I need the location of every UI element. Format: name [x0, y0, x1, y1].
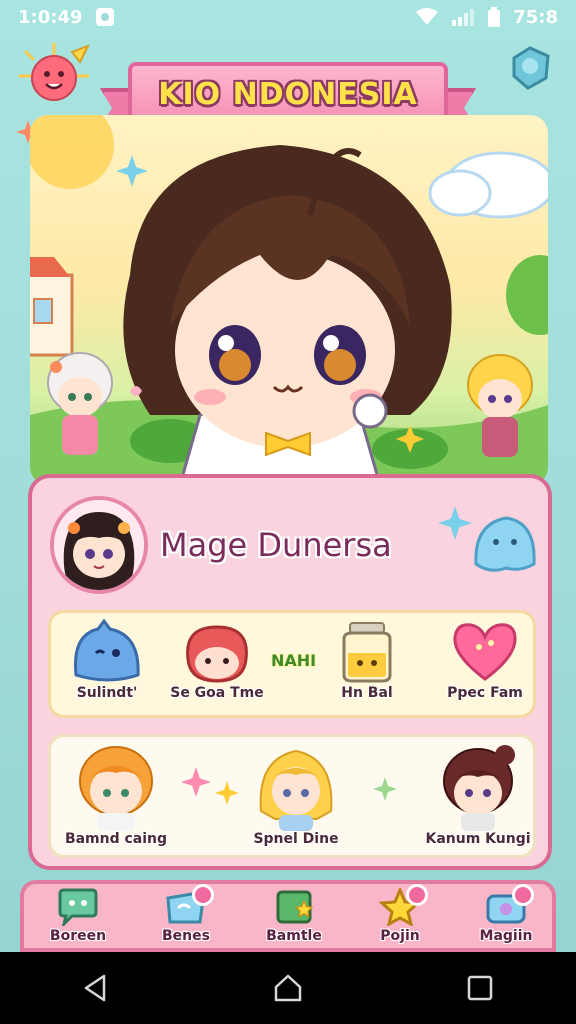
sun-mascot-icon: [14, 40, 94, 124]
item-label: Hn Bal: [341, 685, 393, 701]
heart-icon: [453, 623, 517, 681]
friend-label: Kanum Kungi: [425, 831, 531, 847]
friend-slot[interactable]: Bamnd caing: [61, 741, 171, 847]
status-time-left: 1:0:49: [18, 6, 83, 28]
honey-jar-icon: [342, 622, 392, 683]
friend-blonde-avatar: [259, 749, 333, 831]
friend-label: Spnel Dine: [253, 831, 339, 847]
signal-icon: [451, 8, 475, 26]
avatar[interactable]: [50, 496, 148, 594]
sparkle-icon: [215, 781, 239, 809]
home-icon: [274, 974, 302, 1002]
friend-slot[interactable]: Spnel Dine: [241, 741, 351, 847]
status-time-right: 75:8: [513, 6, 558, 28]
banner-title: KIO NDONESIA: [158, 76, 418, 112]
friend-orange-avatar: [79, 746, 153, 831]
hero-illustration: [30, 115, 548, 485]
sparkle-icon: [181, 767, 211, 801]
back-icon: [84, 974, 106, 1002]
profile-header: Mage Dunersa: [50, 496, 540, 596]
gem-icon[interactable]: [506, 44, 554, 96]
bottom-nav: Boreen Benes Bamtle Pojin Magiin: [20, 880, 556, 952]
battery-icon: [487, 7, 501, 27]
wifi-icon: [415, 8, 439, 26]
notification-badge: [512, 884, 534, 906]
hero-scene: [30, 115, 548, 485]
sparkle-icon: [373, 777, 397, 805]
notification-icon: [95, 7, 115, 27]
nahi-label: NAHI: [271, 651, 317, 670]
notification-badge: [192, 884, 214, 906]
map-icon: [276, 890, 314, 924]
item-slot-creature[interactable]: Se Goa Tme: [155, 619, 279, 701]
sparkle-icon: [438, 506, 472, 544]
nav-item-boreen[interactable]: Boreen: [28, 888, 128, 948]
items-panel: Sulindt' Se Goa Tme NAHI Hn Bal Ppec Fam: [48, 610, 536, 718]
nav-item-magiin[interactable]: Magiin: [456, 884, 556, 948]
system-nav-bar: [0, 952, 576, 1024]
nav-label: Pojin: [380, 928, 420, 944]
item-slot-slime[interactable]: Sulindt': [59, 619, 155, 701]
recents-button[interactable]: [460, 968, 500, 1008]
nav-item-bamtle[interactable]: Bamtle: [244, 888, 344, 948]
red-creature-icon: [186, 625, 248, 683]
slime-pet-icon[interactable]: [470, 510, 540, 578]
blue-slime-icon: [73, 619, 140, 682]
nav-label: Magiin: [479, 928, 533, 944]
back-button[interactable]: [76, 968, 116, 1008]
item-label: Se Goa Tme: [170, 685, 264, 701]
nav-label: Boreen: [49, 928, 107, 944]
notification-badge: [406, 884, 428, 906]
friends-panel: Bamnd caing Spnel Dine Kanum Kungi: [48, 734, 536, 858]
friend-brown-avatar: [443, 745, 515, 831]
nav-label: Bamtle: [266, 928, 322, 944]
item-slot-heart[interactable]: Ppec Fam: [435, 619, 535, 701]
nav-label: Benes: [162, 928, 210, 944]
chat-bubble-icon: [58, 888, 98, 926]
nav-item-pojin[interactable]: Pojin: [350, 884, 450, 948]
nav-item-benes[interactable]: Benes: [136, 884, 236, 948]
profile-name: Mage Dunersa: [160, 526, 392, 564]
status-bar: 1:0:49 75:8: [0, 0, 576, 34]
item-label: Sulindt': [76, 685, 138, 701]
profile-card: Mage Dunersa Sulindt' Se Goa Tme NAHI Hn…: [28, 474, 552, 870]
item-label: Ppec Fam: [447, 685, 523, 701]
item-slot-honey[interactable]: Hn Bal: [321, 619, 413, 701]
friend-label: Bamnd caing: [64, 831, 168, 847]
recents-icon: [467, 975, 493, 1001]
home-button[interactable]: [268, 968, 308, 1008]
friend-slot[interactable]: Kanum Kungi: [421, 741, 535, 847]
